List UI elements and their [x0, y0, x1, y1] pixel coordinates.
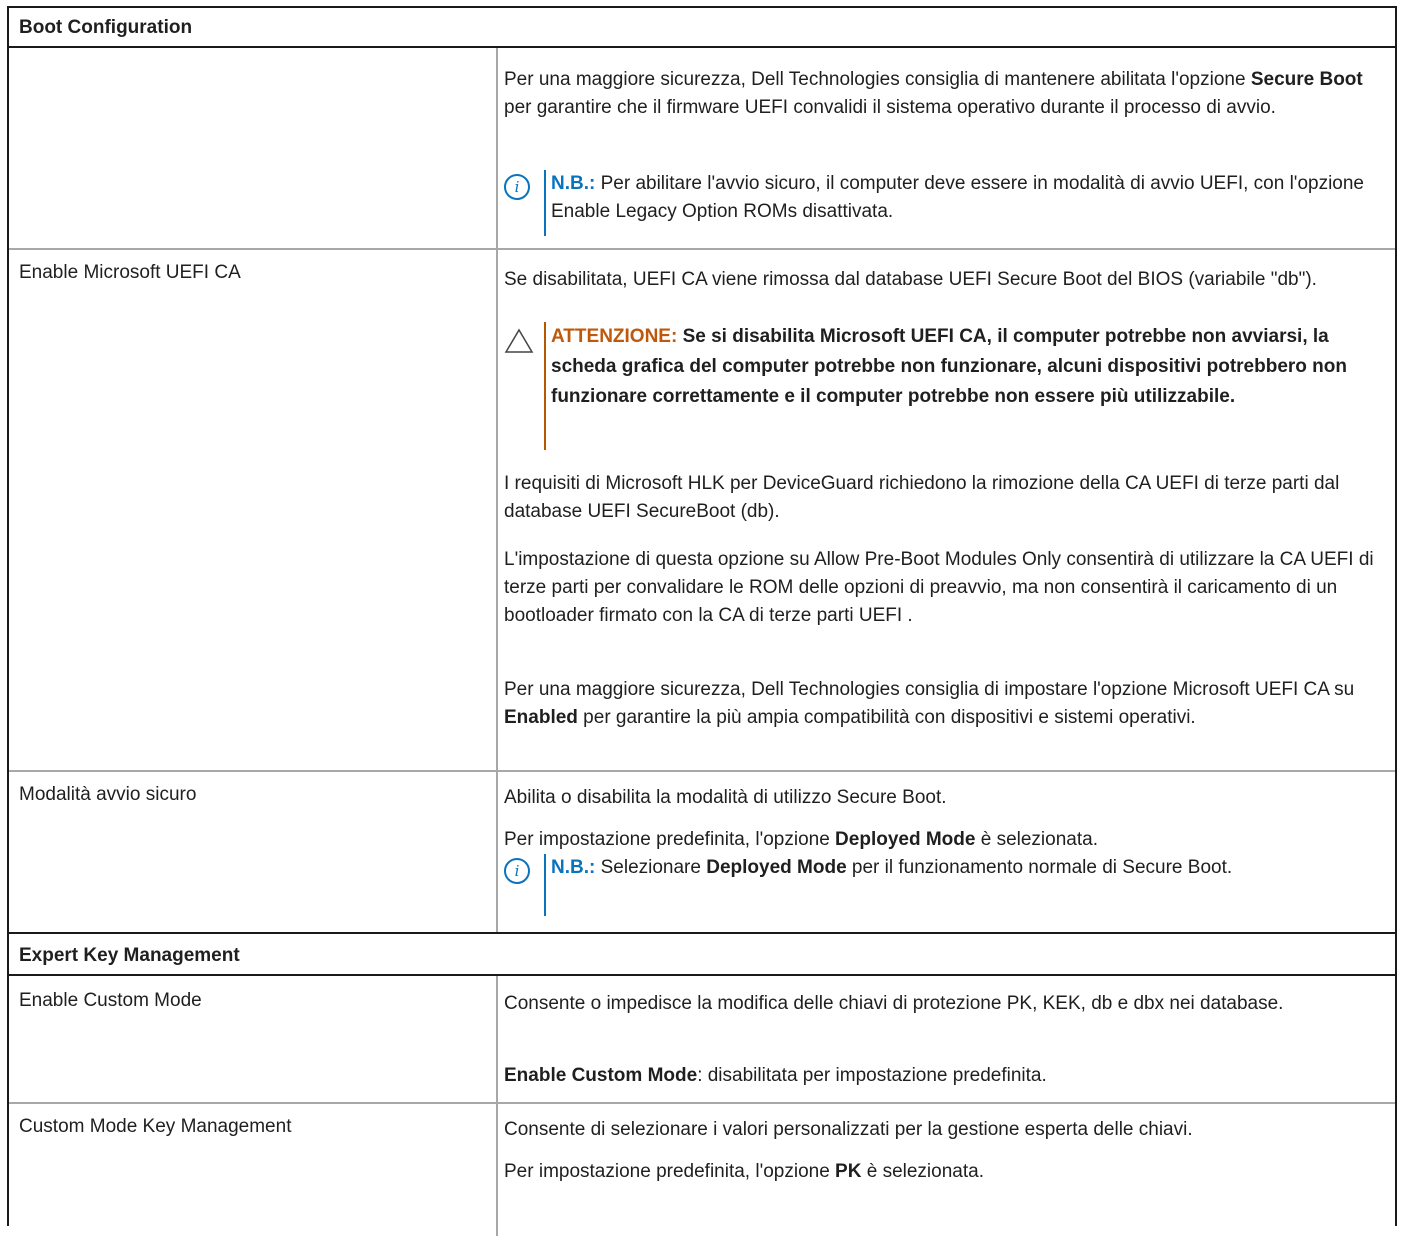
key-management-default: Per impostazione predefinita, l'opzione …	[504, 1161, 984, 1182]
custom-mode-default: Enable Custom Mode: disabilitata per imp…	[504, 1065, 1047, 1086]
row-divider	[9, 770, 1395, 772]
note-deployed-mode: i N.B.: Selezionare Deployed Mode per il…	[504, 854, 1394, 916]
secure-boot-mode-default: Per impostazione predefinita, l'opzione …	[504, 829, 1098, 850]
section-header-boot-configuration: Boot Configuration	[9, 8, 1395, 46]
section-title: Expert Key Management	[19, 945, 240, 966]
warning-triangle-icon	[504, 328, 534, 353]
info-icon: i	[504, 174, 530, 200]
setting-label-enable-custom-mode: Enable Custom Mode	[19, 990, 202, 1011]
secure-boot-mode-description: Abilita o disabilita la modalità di util…	[504, 787, 947, 808]
row-divider	[9, 248, 1395, 250]
key-management-description: Consente di selezionare i valori persona…	[504, 1119, 1193, 1140]
note-bar	[544, 170, 546, 236]
uefi-ca-recommendation: Per una maggiore sicurezza, Dell Technol…	[504, 679, 1355, 728]
section-header-expert-key-management: Expert Key Management	[9, 934, 1395, 974]
boot-config-table: Boot Configuration Per una maggiore sicu…	[7, 6, 1397, 1236]
custom-mode-description: Consente o impedisce la modifica delle c…	[504, 993, 1284, 1014]
setting-label-modalita-avvio-sicuro: Modalità avvio sicuro	[19, 784, 197, 805]
info-icon: i	[504, 858, 530, 884]
header-divider	[9, 974, 1395, 976]
header-divider	[9, 46, 1395, 48]
uefi-ca-preboot-text: L'impostazione di questa opzione su Allo…	[504, 549, 1374, 626]
row-divider	[9, 1102, 1395, 1104]
note-secure-boot: i N.B.: Per abilitare l'avvio sicuro, il…	[504, 170, 1394, 236]
secure-boot-description: Per una maggiore sicurezza, Dell Technol…	[504, 69, 1363, 118]
column-divider	[496, 48, 498, 932]
uefi-ca-hlk-text: I requisiti di Microsoft HLK per DeviceG…	[504, 473, 1340, 522]
caution-bar	[544, 322, 546, 450]
note-bar	[544, 854, 546, 916]
caution-uefi-ca: ATTENZIONE: Se si disabilita Microsoft U…	[504, 322, 1394, 450]
setting-label-custom-mode-key-management: Custom Mode Key Management	[19, 1116, 292, 1137]
column-divider	[496, 976, 498, 1236]
section-title: Boot Configuration	[19, 17, 193, 38]
setting-label-enable-microsoft-uefi-ca: Enable Microsoft UEFI CA	[19, 262, 241, 283]
uefi-ca-description: Se disabilitata, UEFI CA viene rimossa d…	[504, 269, 1317, 290]
